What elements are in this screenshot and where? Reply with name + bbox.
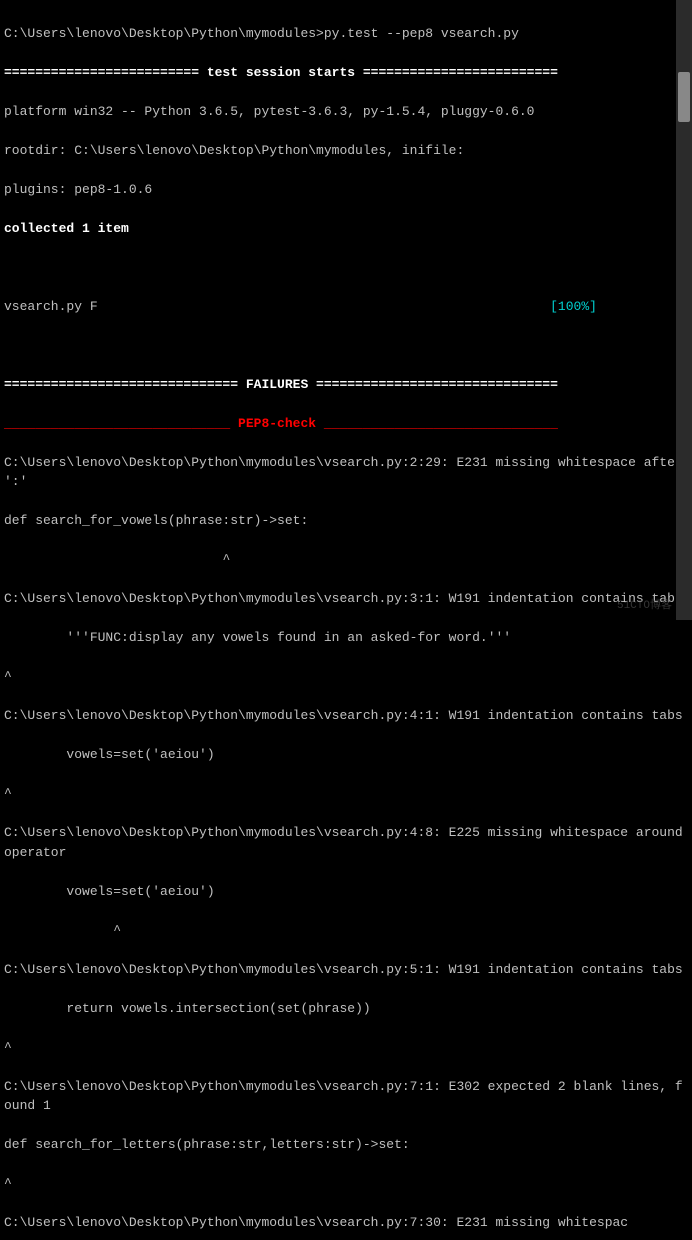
error-marker: ^ — [4, 1038, 688, 1058]
error-location: C:\Users\lenovo\Desktop\Python\mymodules… — [4, 960, 688, 980]
scrollbar[interactable] — [676, 0, 692, 620]
error-code: '''FUNC:display any vowels found in an a… — [4, 628, 688, 648]
scrollbar-thumb[interactable] — [678, 72, 690, 122]
pep8-check-divider: _____________________________ PEP8-check… — [4, 414, 688, 434]
session-divider: ========================= test session s… — [4, 63, 688, 83]
test-result-line: vsearch.py F [100%] — [4, 297, 688, 317]
platform-info: platform win32 -- Python 3.6.5, pytest-3… — [4, 102, 688, 122]
failures-divider: ============================== FAILURES … — [4, 375, 688, 395]
error-marker: ^ — [4, 1174, 688, 1194]
watermark: 51CTO博客 — [617, 598, 672, 615]
plugins-info: plugins: pep8-1.0.6 — [4, 180, 688, 200]
error-code: vowels=set('aeiou') — [4, 745, 688, 765]
test-percent: [100%] — [550, 299, 597, 314]
error-location: C:\Users\lenovo\Desktop\Python\mymodules… — [4, 706, 688, 726]
error-location: C:\Users\lenovo\Desktop\Python\mymodules… — [4, 453, 688, 492]
error-location: C:\Users\lenovo\Desktop\Python\mymodules… — [4, 823, 688, 862]
rootdir-info: rootdir: C:\Users\lenovo\Desktop\Python\… — [4, 141, 688, 161]
terminal-output[interactable]: C:\Users\lenovo\Desktop\Python\mymodules… — [4, 4, 688, 1240]
error-code: vowels=set('aeiou') — [4, 882, 688, 902]
error-marker: ^ — [4, 784, 688, 804]
command-line: C:\Users\lenovo\Desktop\Python\mymodules… — [4, 24, 688, 44]
error-location: C:\Users\lenovo\Desktop\Python\mymodules… — [4, 1213, 688, 1233]
error-location: C:\Users\lenovo\Desktop\Python\mymodules… — [4, 589, 688, 609]
collected-info: collected 1 item — [4, 219, 688, 239]
error-marker: ^ — [4, 667, 688, 687]
command-text: py.test --pep8 vsearch.py — [324, 26, 519, 41]
test-file: vsearch.py F — [4, 299, 98, 314]
error-code: return vowels.intersection(set(phrase)) — [4, 999, 688, 1019]
error-marker: ^ — [4, 550, 688, 570]
error-code: def search_for_vowels(phrase:str)->set: — [4, 511, 688, 531]
error-marker: ^ — [4, 921, 688, 941]
prompt-path: C:\Users\lenovo\Desktop\Python\mymodules… — [4, 26, 324, 41]
error-code: def search_for_letters(phrase:str,letter… — [4, 1135, 688, 1155]
error-location: C:\Users\lenovo\Desktop\Python\mymodules… — [4, 1077, 688, 1116]
